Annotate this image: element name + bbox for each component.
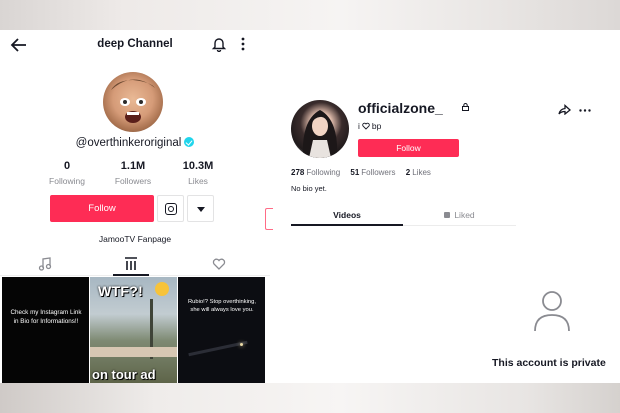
tab-liked[interactable]: Liked <box>403 210 516 220</box>
header-title: deep Channel <box>97 38 173 50</box>
username-text: @overthinkeroriginal <box>75 137 182 149</box>
content-tabs <box>0 252 270 276</box>
following-label: Following <box>306 168 341 177</box>
railing <box>90 347 177 357</box>
stat-value: 0 <box>63 160 71 172</box>
private-lock-icon <box>462 103 469 111</box>
likes-count: 2 <box>405 168 411 177</box>
subtitle-text: i <box>358 121 360 131</box>
video-grid: Check my Instagram Link in Bio for Infor… <box>2 277 270 383</box>
caret-down-icon <box>197 207 205 212</box>
likes-label: Likes <box>412 168 431 177</box>
followers-count[interactable]: 51 <box>350 168 359 177</box>
profile-subtitle: i bp <box>358 121 381 131</box>
content-tabs: Videos Liked <box>291 208 516 226</box>
stat-value: 1.1M <box>120 160 146 172</box>
video-caption: Rubio!? Stop overthinking, she will alwa… <box>188 299 256 313</box>
stat-label: Likes <box>188 176 208 186</box>
verified-badge-icon <box>184 137 195 147</box>
stat-label: Following <box>49 176 85 186</box>
profile-header-bar: deep Channel <box>0 30 270 60</box>
surprised-emoji-icon <box>155 282 169 296</box>
stat-label: Followers <box>114 176 152 186</box>
stat-followers[interactable]: 1.1M Followers <box>98 160 168 186</box>
partial-follow-button <box>265 208 273 230</box>
video-thumbnail[interactable]: Check my Instagram Link in Bio for Infor… <box>2 277 89 383</box>
following-count[interactable]: 278 <box>291 168 304 177</box>
active-tab-indicator <box>113 274 149 276</box>
avatar-portrait-icon <box>302 110 338 158</box>
video-caption: Check my Instagram Link in Bio for Infor… <box>10 309 82 325</box>
avatar[interactable] <box>103 72 163 132</box>
screenshot-frame: deep Channel @overthinkeroriginal 0 Foll… <box>0 0 620 413</box>
night-road <box>188 340 248 357</box>
liked-videos-icon[interactable] <box>212 257 226 271</box>
stat-value: 10.3M <box>182 160 214 172</box>
share-icon[interactable] <box>558 104 571 115</box>
blurred-background-top <box>0 0 620 30</box>
user-silhouette-icon <box>534 291 570 332</box>
instagram-icon <box>165 203 177 215</box>
tab-liked-label: Liked <box>454 210 475 220</box>
left-profile-screen: deep Channel @overthinkeroriginal 0 Foll… <box>0 30 273 383</box>
music-note-icon[interactable] <box>38 257 52 271</box>
profile-stats: 278 Following 51 Followers 2 Likes <box>291 168 439 177</box>
follow-button[interactable]: Follow <box>50 195 154 222</box>
more-options-icon[interactable] <box>579 109 591 112</box>
private-account-message: This account is private <box>492 357 606 369</box>
stat-likes[interactable]: 10.3M Likes <box>163 160 233 186</box>
tab-videos[interactable]: Videos <box>291 210 403 220</box>
headlight <box>240 343 243 346</box>
lock-icon <box>444 212 451 218</box>
active-tab-indicator <box>291 224 403 226</box>
video-overlay-text: on tour ad <box>92 367 156 382</box>
avatar[interactable] <box>291 100 349 158</box>
right-profile-screen: officialzone_ i bp Follow 278 Following 51… <box>285 90 620 383</box>
video-overlay-text: WTF?! <box>98 283 144 299</box>
videos-grid-icon[interactable] <box>124 257 138 271</box>
video-thumbnail[interactable]: Rubio!? Stop overthinking, she will alwa… <box>178 277 265 383</box>
video-thumbnail[interactable]: WTF?! on tour ad <box>90 277 177 383</box>
avatar-face-icon <box>111 79 155 123</box>
profile-bio: JamooTV Fanpage <box>98 234 172 244</box>
subtitle-text: bp <box>371 121 382 131</box>
bell-icon[interactable] <box>211 36 227 52</box>
stat-following[interactable]: 0 Following <box>32 160 102 186</box>
blurred-background-bottom <box>0 383 620 413</box>
heart-outline-icon <box>362 122 370 130</box>
more-options-icon[interactable] <box>240 36 246 52</box>
profile-username: @overthinkeroriginal <box>0 137 270 149</box>
instagram-link-button[interactable] <box>157 195 184 222</box>
profile-username: officialzone_ <box>358 100 443 116</box>
suggested-accounts-button[interactable] <box>187 195 214 222</box>
profile-bio: No bio yet. <box>291 184 327 193</box>
followers-label: Followers <box>361 168 396 177</box>
follow-button[interactable]: Follow <box>358 139 459 157</box>
